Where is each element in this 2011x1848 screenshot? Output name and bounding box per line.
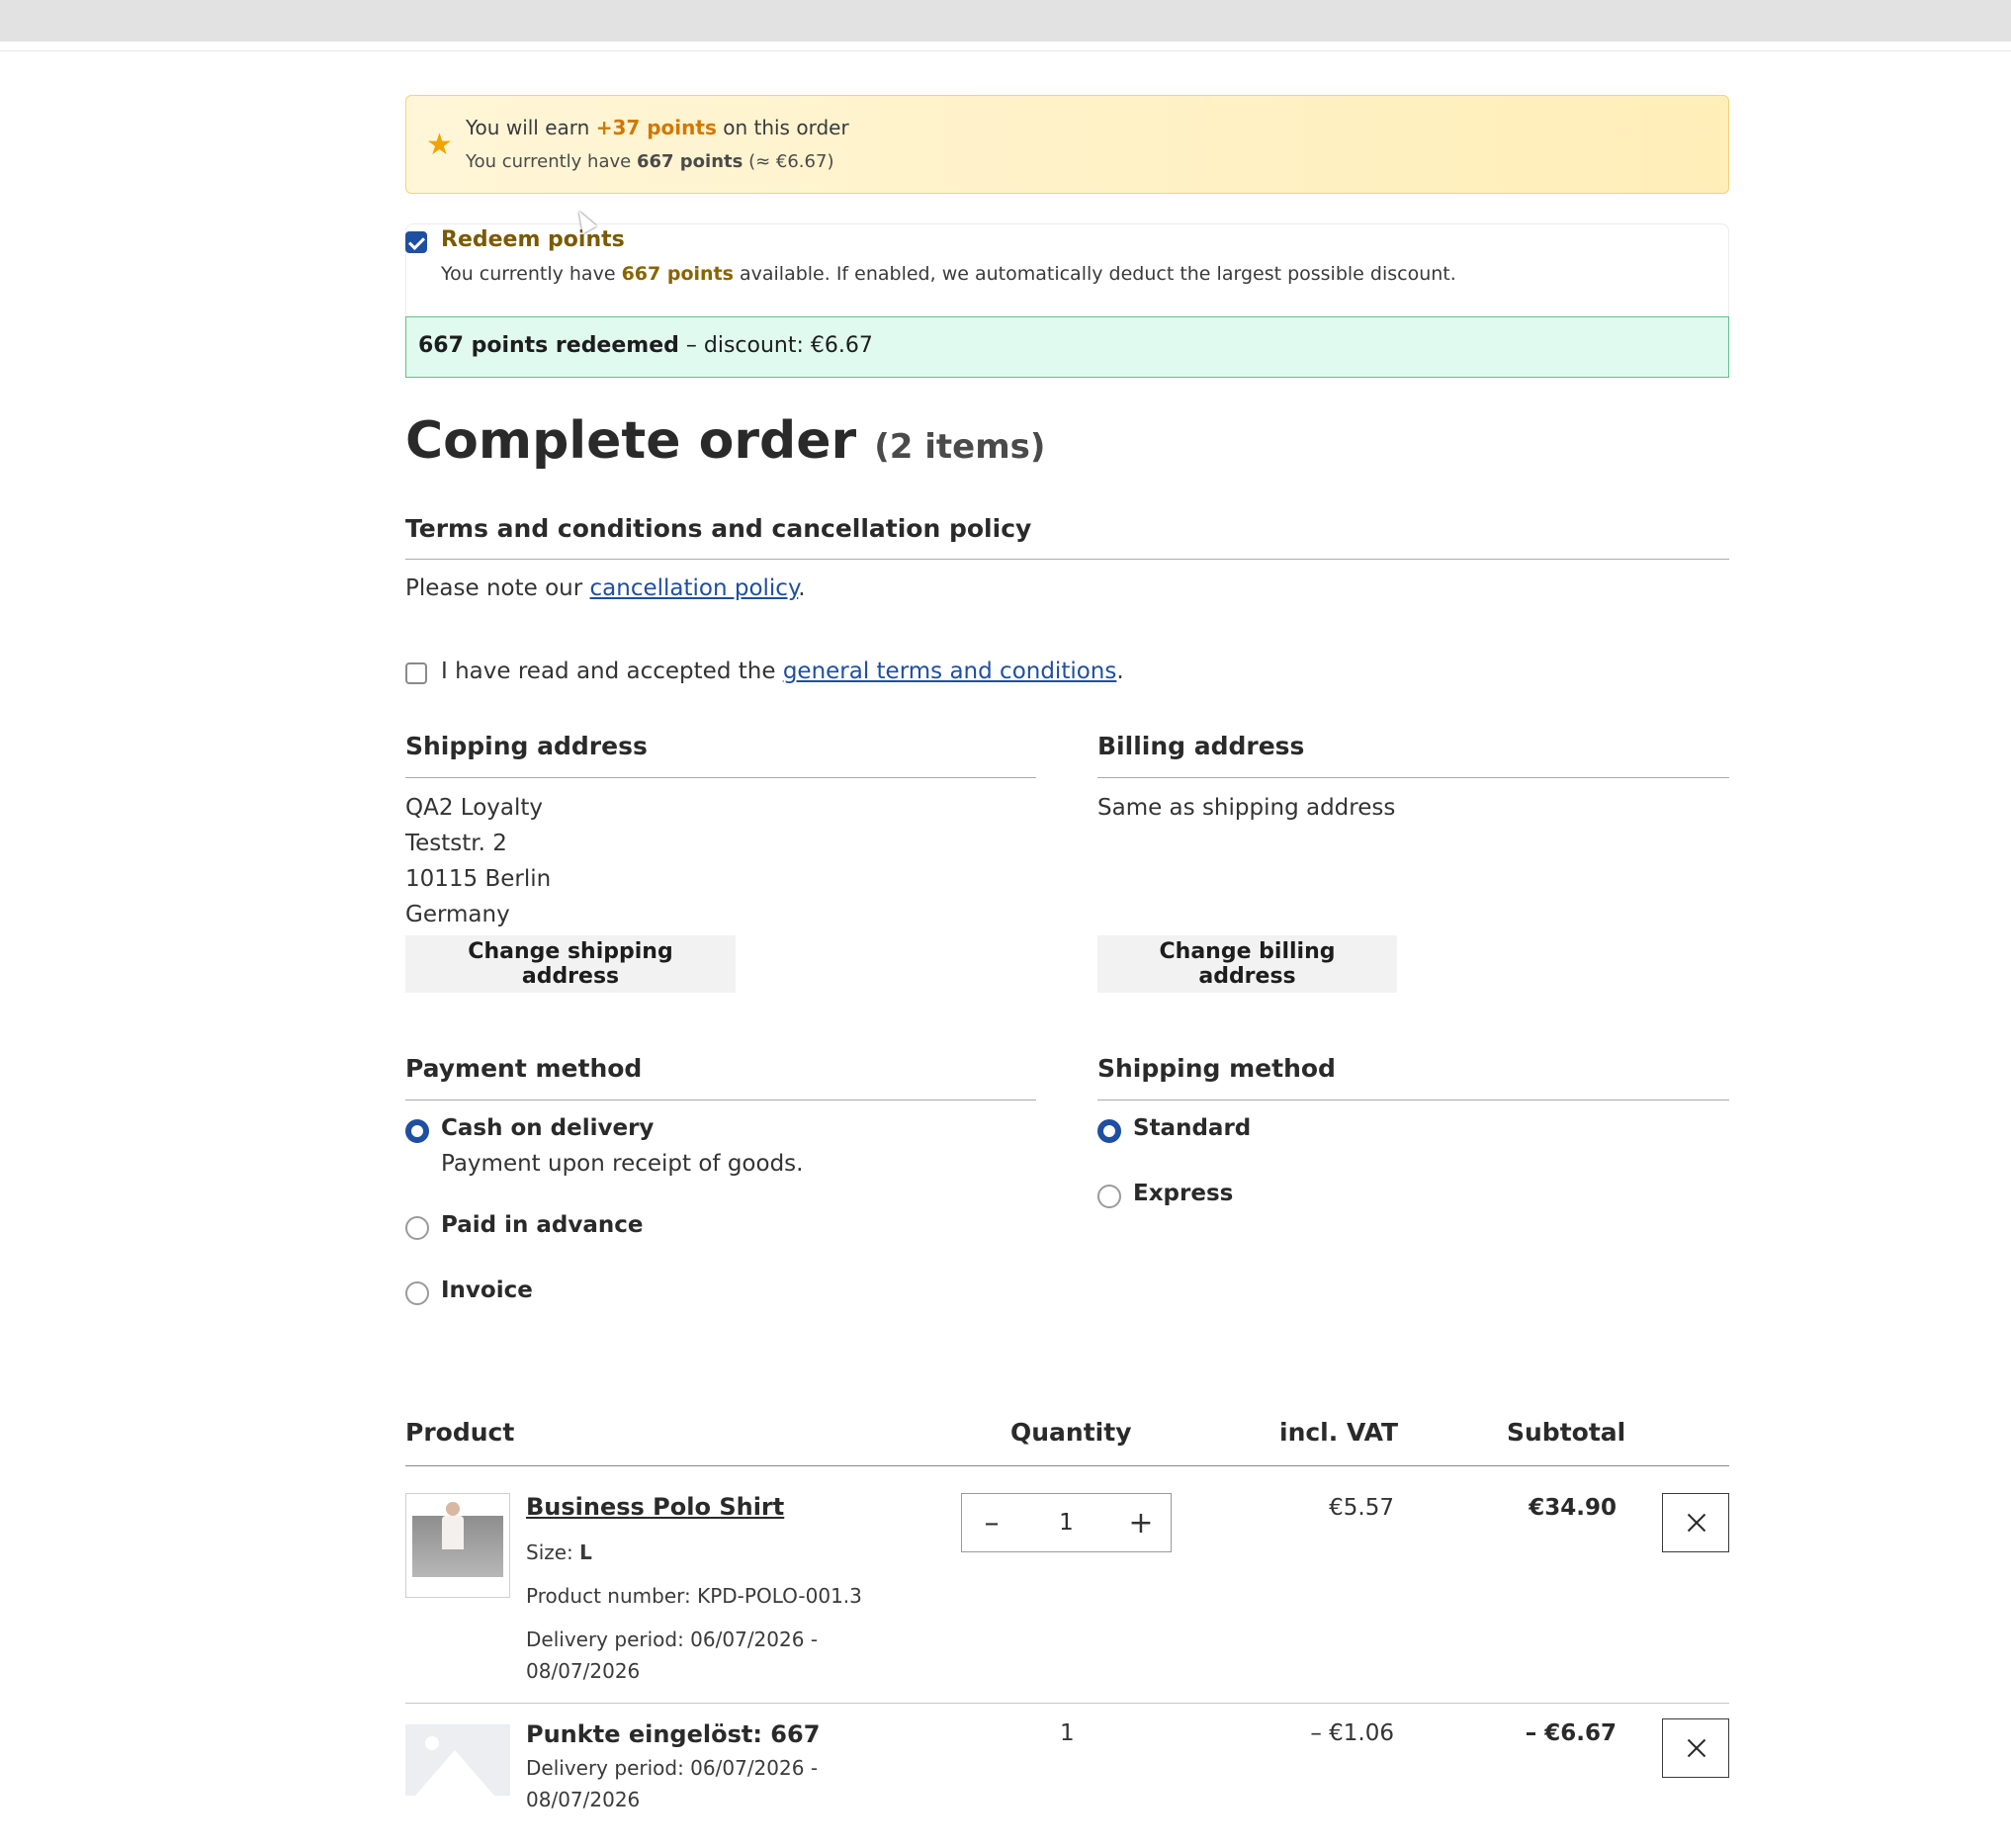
quantity-stepper: – 1 + [961, 1493, 1172, 1552]
billing-address-divider [1097, 777, 1729, 778]
column-header-product: Product [405, 1418, 515, 1447]
row-vat: €5.57 [1329, 1495, 1394, 1521]
shipping-address-line: 10115 Berlin [405, 866, 552, 892]
payment-cash-label[interactable]: Cash on delivery [441, 1115, 654, 1141]
product-number: Product number: KPD-POLO-001.3 [526, 1584, 862, 1608]
billing-address-heading: Billing address [1097, 732, 1305, 760]
column-header-quantity: Quantity [1010, 1418, 1132, 1447]
cancellation-policy-link[interactable]: cancellation policy [590, 575, 799, 601]
image-placeholder-icon [405, 1724, 510, 1796]
plus-icon[interactable]: + [1111, 1494, 1171, 1551]
payment-invoice-label[interactable]: Invoice [441, 1277, 533, 1303]
payment-cash-radio[interactable] [405, 1119, 429, 1143]
earn-points-value: +37 points [595, 116, 717, 139]
close-icon[interactable] [1662, 1718, 1729, 1778]
product-size: Size: L [526, 1540, 592, 1564]
redeem-points-checkbox[interactable] [405, 231, 427, 253]
payment-advance-radio[interactable] [405, 1216, 429, 1240]
payment-method-heading: Payment method [405, 1054, 643, 1083]
current-points-text: You currently have 667 points (≈ €6.67) [466, 151, 834, 172]
payment-advance-label[interactable]: Paid in advance [441, 1212, 643, 1238]
star-icon: ★ [426, 128, 453, 162]
shipping-standard-label[interactable]: Standard [1133, 1115, 1251, 1141]
product-delivery-period-end: 08/07/2026 [526, 1788, 641, 1811]
quantity-value[interactable]: 1 [1021, 1494, 1111, 1551]
item-count: (2 items) [874, 427, 1046, 467]
row-vat: – €1.06 [1310, 1720, 1394, 1746]
table-header-divider [405, 1465, 1729, 1466]
column-header-subtotal: Subtotal [1507, 1418, 1626, 1447]
shipping-address-line: Germany [405, 902, 510, 927]
product-name-link[interactable]: Business Polo Shirt [526, 1493, 784, 1521]
general-terms-link[interactable]: general terms and conditions [783, 659, 1117, 684]
close-icon[interactable] [1662, 1493, 1729, 1552]
shipping-address-divider [405, 777, 1036, 778]
browser-top-bar [0, 0, 2011, 42]
billing-address-text: Same as shipping address [1097, 795, 1396, 821]
change-billing-address-button[interactable]: Change billing address [1097, 935, 1397, 993]
header-divider [0, 50, 2011, 51]
loyalty-earn-banner: ★ You will earn +37 points on this order… [405, 95, 1729, 194]
accept-terms-checkbox[interactable] [405, 662, 427, 684]
redeem-points-description: You currently have 667 points available.… [441, 263, 1456, 285]
change-shipping-address-button[interactable]: Change shipping address [405, 935, 736, 993]
product-delivery-period-end: 08/07/2026 [526, 1659, 641, 1683]
shipping-address-line: Teststr. 2 [405, 831, 507, 856]
payment-invoice-radio[interactable] [405, 1281, 429, 1305]
accept-terms-label[interactable]: I have read and accepted the general ter… [441, 659, 1124, 684]
shipping-address-heading: Shipping address [405, 732, 648, 760]
shipping-express-radio[interactable] [1097, 1185, 1121, 1208]
page-title: Complete order (2 items) [405, 411, 1046, 471]
terms-heading: Terms and conditions and cancellation po… [405, 514, 1032, 543]
row-divider [405, 1703, 1729, 1704]
terms-divider [405, 559, 1729, 560]
row-subtotal: – €6.67 [1525, 1720, 1617, 1746]
shipping-express-label[interactable]: Express [1133, 1181, 1233, 1206]
product-name: Punkte eingelöst: 667 [526, 1720, 821, 1748]
row-quantity: 1 [1060, 1720, 1075, 1746]
product-delivery-period: Delivery period: 06/07/2026 - [526, 1756, 819, 1780]
payment-cash-description: Payment upon receipt of goods. [441, 1151, 804, 1177]
product-delivery-period: Delivery period: 06/07/2026 - [526, 1628, 819, 1651]
shipping-method-heading: Shipping method [1097, 1054, 1336, 1083]
earn-points-text: You will earn +37 points on this order [466, 116, 849, 139]
cancellation-note: Please note our cancellation policy. [405, 575, 806, 601]
current-points-value: 667 points [636, 151, 743, 172]
redeem-points-label[interactable]: Redeem points [441, 227, 625, 252]
shipping-address-line: QA2 Loyalty [405, 795, 543, 821]
row-subtotal: €34.90 [1529, 1495, 1617, 1521]
points-redeemed-notice: 667 points redeemed – discount: €6.67 [405, 316, 1729, 378]
product-thumbnail[interactable] [405, 1493, 510, 1598]
minus-icon[interactable]: – [962, 1494, 1021, 1551]
column-header-vat: incl. VAT [1279, 1418, 1399, 1447]
shipping-standard-radio[interactable] [1097, 1119, 1121, 1143]
